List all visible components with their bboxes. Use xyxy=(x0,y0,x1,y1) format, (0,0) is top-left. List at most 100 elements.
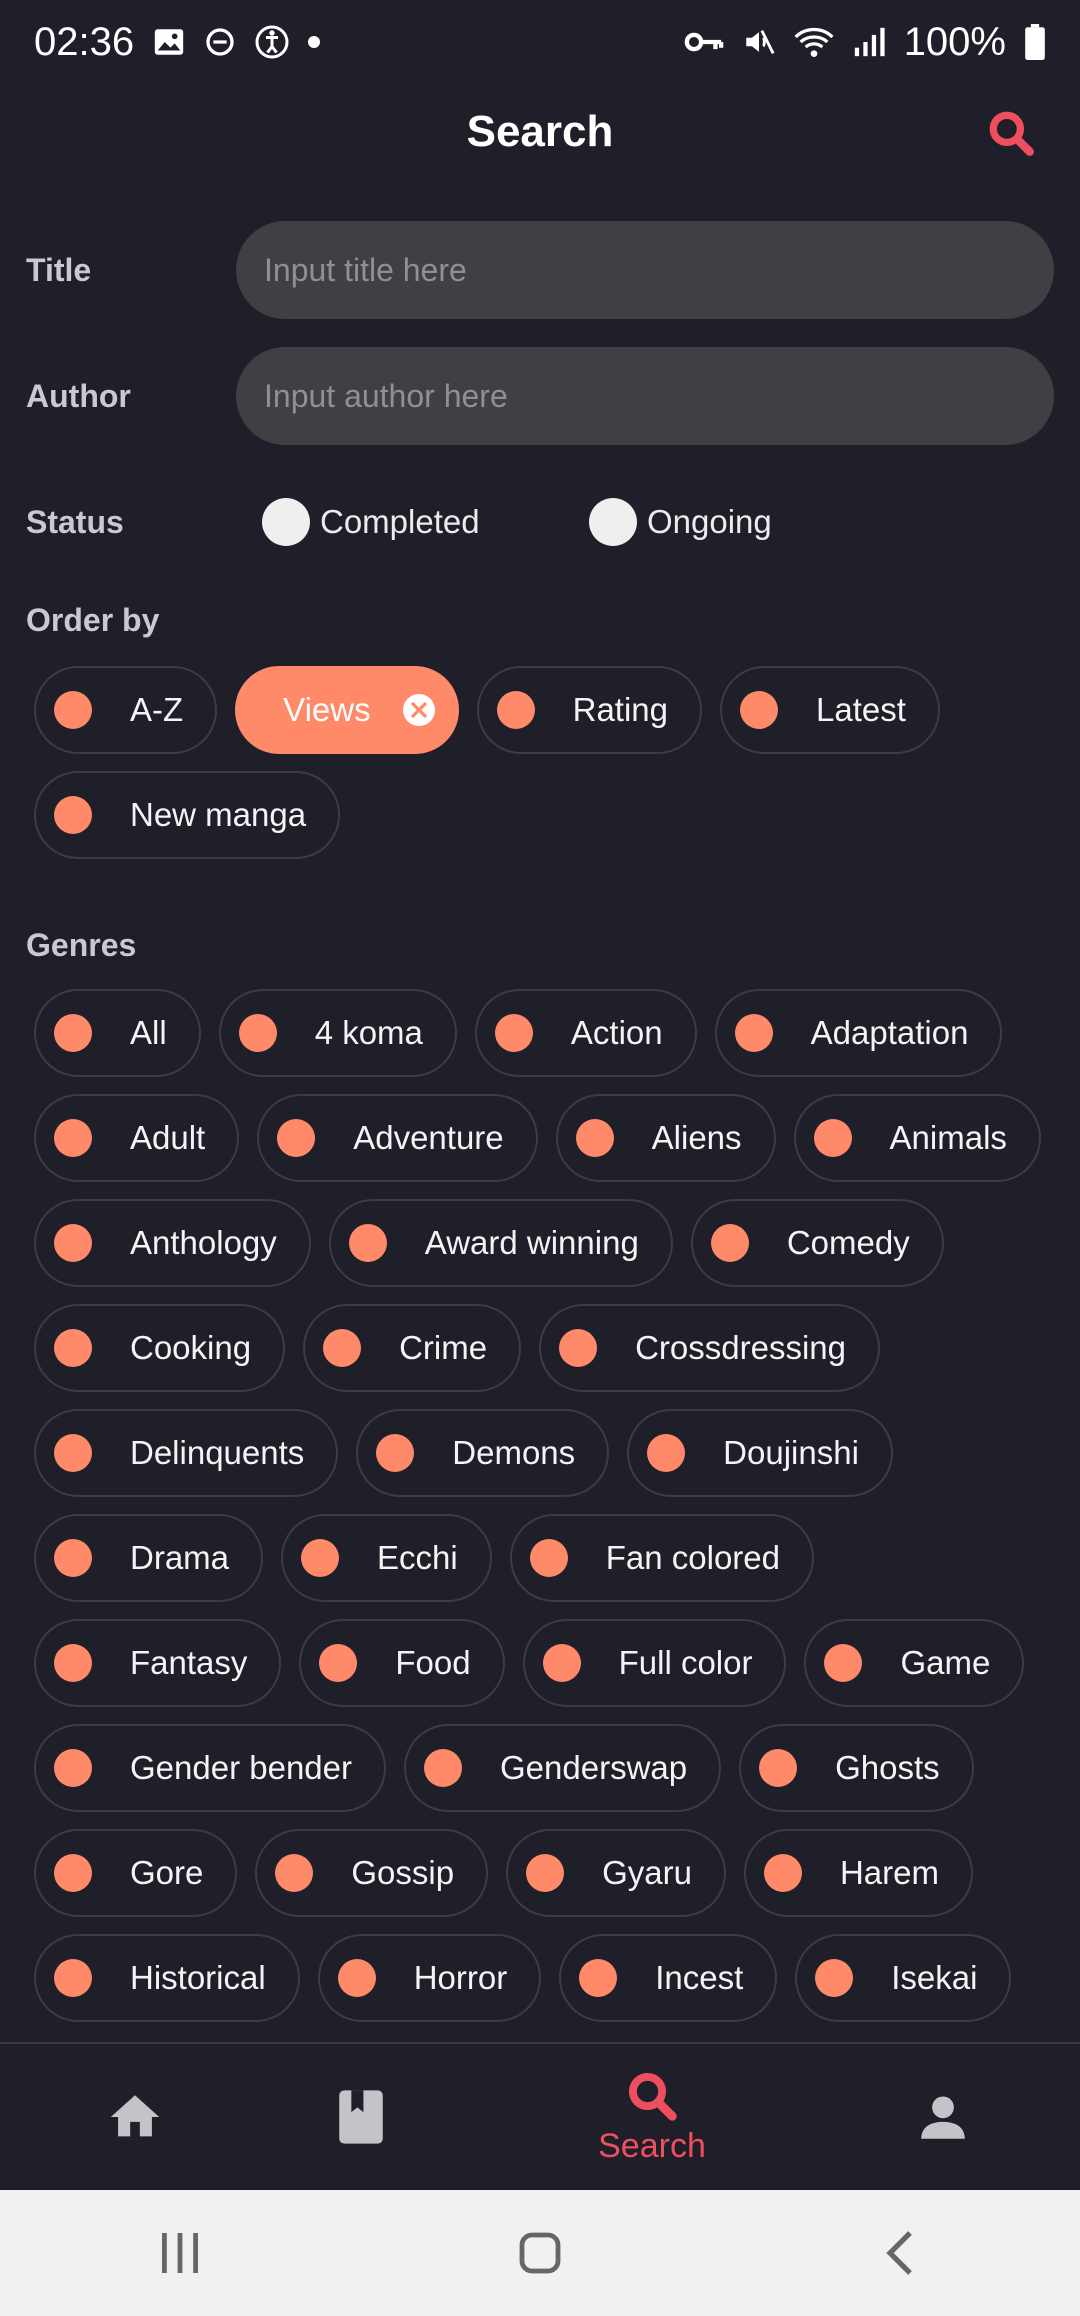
chip-label: Rating xyxy=(572,691,668,728)
author-input[interactable] xyxy=(236,347,1054,445)
recent-apps-button[interactable] xyxy=(120,2208,240,2298)
genre-chip-adult[interactable]: Adult xyxy=(34,1094,240,1182)
chip-label: Award winning xyxy=(424,1224,639,1261)
author-label: Author xyxy=(26,377,131,414)
gallery-icon xyxy=(152,25,186,59)
genre-chip-ecchi[interactable]: Ecchi xyxy=(281,1514,492,1602)
genre-chip-aliens[interactable]: Aliens xyxy=(555,1094,776,1182)
genre-chip-horror[interactable]: Horror xyxy=(317,1934,542,2022)
order-by-chip-new-manga[interactable]: New manga xyxy=(34,771,341,859)
chip-dot-icon xyxy=(734,1014,773,1052)
chip-dot-icon xyxy=(575,1119,614,1157)
mute-icon xyxy=(742,25,776,59)
genre-chip-adventure[interactable]: Adventure xyxy=(257,1094,538,1182)
genre-chip-action[interactable]: Action xyxy=(474,989,697,1077)
genre-chip-drama[interactable]: Drama xyxy=(34,1514,264,1602)
header-search-button[interactable] xyxy=(982,104,1040,162)
genre-chip-isekai[interactable]: Isekai xyxy=(795,1934,1012,2022)
battery-icon xyxy=(1024,24,1046,60)
title-input[interactable] xyxy=(236,221,1054,319)
search-icon xyxy=(989,111,1034,156)
genre-chip-gore[interactable]: Gore xyxy=(34,1829,238,1917)
genre-chip-fan-colored[interactable]: Fan colored xyxy=(509,1514,814,1602)
nav-library[interactable] xyxy=(271,2044,451,2190)
genre-chip-incest[interactable]: Incest xyxy=(559,1934,778,2022)
genre-chip-anthology[interactable]: Anthology xyxy=(34,1199,311,1287)
status-completed-radio[interactable]: Completed xyxy=(262,498,480,546)
genre-chips: All 4 koma Action Adaptation Adult Adventure A… xyxy=(34,989,1064,2022)
genre-chip-genderswap[interactable]: Genderswap xyxy=(404,1724,722,1812)
chip-label: Isekai xyxy=(891,1959,978,1996)
title-row: Title xyxy=(0,221,1080,319)
genre-chip-all[interactable]: All xyxy=(34,989,201,1077)
status-ongoing-radio[interactable]: Ongoing xyxy=(589,498,772,546)
accessibility-icon xyxy=(254,24,290,60)
genre-chip-historical[interactable]: Historical xyxy=(34,1934,300,2022)
chip-dot-icon xyxy=(496,691,535,729)
chip-dot-icon xyxy=(647,1434,686,1472)
order-by-chip-latest[interactable]: Latest xyxy=(720,666,940,754)
order-by-chip-rating[interactable]: Rating xyxy=(476,666,702,754)
chip-label: Drama xyxy=(130,1539,230,1576)
genre-chip-gossip[interactable]: Gossip xyxy=(255,1829,489,1917)
genre-chip-animals[interactable]: Animals xyxy=(793,1094,1041,1182)
nav-profile[interactable] xyxy=(853,2044,1033,2190)
vpn-key-icon xyxy=(684,27,724,57)
genre-chip-fantasy[interactable]: Fantasy xyxy=(34,1619,282,1707)
chip-label: Horror xyxy=(413,1959,508,1996)
genre-chip-comedy[interactable]: Comedy xyxy=(690,1199,944,1287)
chip-label: Adventure xyxy=(353,1119,504,1156)
order-by-chip-a-z[interactable]: A-Z xyxy=(34,666,218,754)
genre-chip-gender-bender[interactable]: Gender bender xyxy=(34,1724,386,1812)
chip-label: Adult xyxy=(130,1119,206,1156)
home-icon xyxy=(110,2095,160,2137)
chip-label: Crime xyxy=(399,1329,488,1366)
genre-chip-delinquents[interactable]: Delinquents xyxy=(34,1409,339,1497)
genre-chip-harem[interactable]: Harem xyxy=(743,1829,973,1917)
radio-label: Ongoing xyxy=(647,503,772,540)
nav-home[interactable] xyxy=(45,2044,225,2190)
genre-chip-4-koma[interactable]: 4 koma xyxy=(218,989,457,1077)
genre-chip-crime[interactable]: Crime xyxy=(303,1304,522,1392)
genre-chip-demons[interactable]: Demons xyxy=(356,1409,610,1497)
back-button[interactable] xyxy=(840,2208,960,2298)
chip-dot-icon xyxy=(54,1854,92,1892)
chip-label: Latest xyxy=(816,691,906,728)
chip-label: Demons xyxy=(452,1434,576,1471)
home-system-button[interactable] xyxy=(480,2208,600,2298)
genre-chip-full-color[interactable]: Full color xyxy=(522,1619,787,1707)
chip-label: Gyaru xyxy=(602,1854,692,1891)
nav-search[interactable]: Search xyxy=(562,2044,742,2190)
radio-circle-icon xyxy=(589,498,637,546)
chip-label: Doujinshi xyxy=(723,1434,859,1471)
chip-dot-icon xyxy=(54,691,92,729)
chip-dot-icon xyxy=(542,1644,581,1682)
chip-dot-icon xyxy=(54,1014,92,1052)
order-by-chips: A-Z Views Rating Latest New manga xyxy=(34,666,1064,859)
chip-close-icon[interactable] xyxy=(402,694,435,726)
chip-label: Incest xyxy=(655,1959,744,1996)
chip-dot-icon xyxy=(494,1014,533,1052)
genre-chip-adaptation[interactable]: Adaptation xyxy=(714,989,1003,1077)
chip-dot-icon xyxy=(54,1749,92,1787)
genre-chip-cooking[interactable]: Cooking xyxy=(34,1304,286,1392)
genre-chip-gyaru[interactable]: Gyaru xyxy=(506,1829,726,1917)
search-icon xyxy=(628,2072,677,2121)
genre-chip-doujinshi[interactable]: Doujinshi xyxy=(627,1409,893,1497)
genre-chip-game[interactable]: Game xyxy=(804,1619,1025,1707)
system-navigation xyxy=(0,2190,1080,2316)
chip-dot-icon xyxy=(813,1119,852,1157)
genre-chip-award-winning[interactable]: Award winning xyxy=(328,1199,673,1287)
genre-chip-crossdressing[interactable]: Crossdressing xyxy=(539,1304,880,1392)
order-by-chip-views[interactable]: Views xyxy=(235,666,459,754)
genre-chip-food[interactable]: Food xyxy=(299,1619,505,1707)
chip-label: Adaptation xyxy=(810,1014,969,1051)
chip-dot-icon xyxy=(275,1854,314,1892)
author-row: Author xyxy=(0,347,1080,445)
bottom-navigation: Search xyxy=(0,2042,1080,2190)
chip-dot-icon xyxy=(54,1644,92,1682)
chip-dot-icon xyxy=(815,1959,854,1997)
title-label: Title xyxy=(26,251,92,288)
genre-chip-ghosts[interactable]: Ghosts xyxy=(739,1724,974,1812)
battery-percent: 100% xyxy=(903,19,1006,64)
